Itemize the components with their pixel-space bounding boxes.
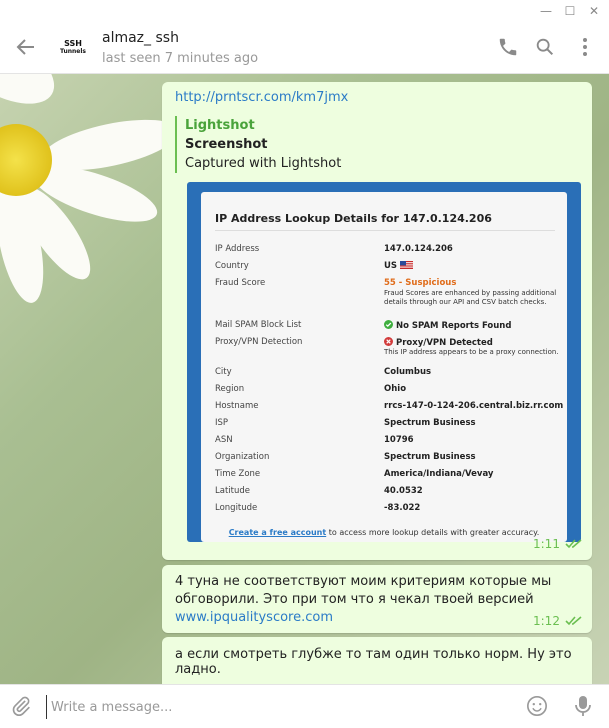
row-key: Proxy/VPN Detection [215,337,303,347]
row-key: Country [215,261,249,271]
lookup-footer: Create a free account to access more loo… [201,528,567,537]
row-value: 10796 [384,435,414,445]
message-link[interactable]: http://prntscr.com/km7jmx [175,90,348,105]
row-key: ISP [215,418,229,428]
avatar[interactable]: SSH Tunnels [52,26,94,68]
message-time: 1:12 [533,614,560,628]
more-vertical-icon[interactable] [574,36,596,58]
microphone-icon[interactable] [572,694,594,718]
row-value: Spectrum Business [384,418,476,428]
double-check-icon [565,616,582,626]
emoji-icon[interactable] [526,695,548,717]
row-value: US [384,261,413,272]
message-body: 4 туна не соответствуют моим критериям к… [175,574,552,607]
lookup-title: IP Address Lookup Details for 147.0.124.… [215,212,492,225]
message-bubble[interactable]: а если смотреть глубже то там один тольк… [162,637,592,684]
proxy-status: Proxy/VPN Detected [395,338,493,348]
preview-description: Captured with Lightshot [185,156,342,171]
avatar-line2: Tunnels [60,48,86,55]
minimize-button[interactable]: — [536,2,556,20]
message-composer [0,684,609,728]
message-bubble[interactable]: http://prntscr.com/km7jmx Lightshot Scre… [162,82,592,560]
row-key: Time Zone [215,469,261,479]
row-note: details through our API and CSV batch ch… [384,298,547,306]
preview-site-name: Lightshot [185,118,255,133]
row-value: -83.022 [384,503,421,513]
row-key: IP Address [215,244,260,254]
row-value: No SPAM Reports Found [384,320,511,332]
message-time: 1:11 [533,537,560,551]
avatar-line1: SSH [64,39,82,48]
back-arrow-icon[interactable] [14,35,38,59]
row-value: rrcs-147-0-124-206.central.biz.rr.com [384,401,564,411]
us-flag-icon [400,261,413,269]
create-account-link: Create a free account [228,528,327,537]
row-value: Spectrum Business [384,452,476,462]
row-key: Longitude [215,503,258,513]
chat-header: SSH Tunnels almaz_ ssh last seen 7 minut… [0,22,609,74]
row-key: Mail SPAM Block List [215,320,302,330]
message-input[interactable] [46,695,506,719]
row-key: Organization [215,452,270,462]
close-button[interactable]: ✕ [584,2,604,20]
search-icon[interactable] [534,36,556,58]
row-key: City [215,367,232,377]
fraud-score-value: 55 - Suspicious [384,278,457,288]
message-text: а если смотреть глубже то там один тольк… [175,647,572,677]
maximize-button[interactable]: ☐ [560,2,580,20]
row-key: Hostname [215,401,259,411]
row-value: 147.0.124.206 [384,244,453,254]
window-titlebar: — ☐ ✕ [0,0,609,22]
row-key: Latitude [215,486,250,496]
check-shield-icon [384,320,393,329]
warning-shield-icon [384,337,393,346]
row-value: Columbus [384,367,432,377]
message-bubble[interactable]: 4 туна не соответствуют моим критериям к… [162,565,592,633]
contact-status: last seen 7 minutes ago [102,51,259,66]
spam-status: No SPAM Reports Found [395,321,512,331]
preview-screenshot[interactable]: IP Address Lookup Details for 147.0.124.… [187,182,581,542]
phone-icon[interactable] [497,36,519,58]
country-code: US [384,261,398,271]
paperclip-icon[interactable] [10,695,32,717]
chat-area[interactable]: http://prntscr.com/km7jmx Lightshot Scre… [0,74,609,684]
row-key: ASN [215,435,233,445]
row-value: 40.0532 [384,486,423,496]
link-preview[interactable]: Lightshot Screenshot Captured with Light… [175,116,585,542]
contact-name[interactable]: almaz_ ssh [102,30,179,46]
row-value: Ohio [384,384,407,394]
preview-title: Screenshot [185,137,268,152]
double-check-icon [565,539,582,549]
row-key: Fraud Score [215,278,266,288]
row-key: Region [215,384,245,394]
lookup-card: IP Address Lookup Details for 147.0.124.… [201,192,567,542]
divider [215,230,555,231]
row-value: America/Indiana/Vevay [384,469,494,479]
message-text: 4 туна не соответствуют моим критериям к… [175,573,575,627]
message-link[interactable]: www.ipqualityscore.com [175,609,575,627]
footer-text: to access more lookup details with great… [326,528,540,537]
row-note: Fraud Scores are enhanced by passing add… [384,289,557,297]
row-note: This IP address appears to be a proxy co… [384,348,559,356]
